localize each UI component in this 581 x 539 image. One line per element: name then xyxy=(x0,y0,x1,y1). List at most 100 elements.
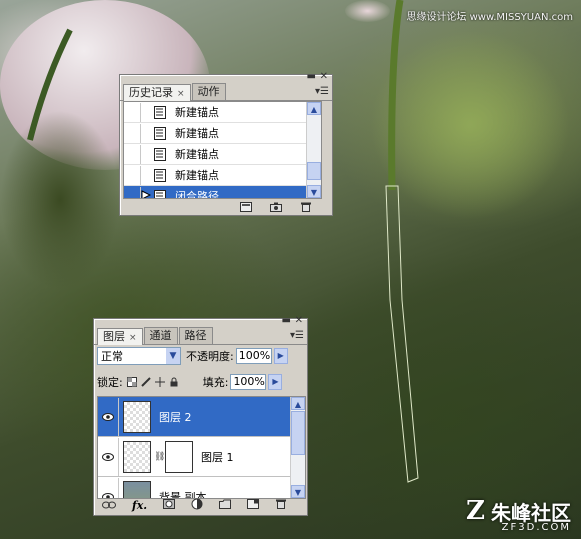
history-step-icon xyxy=(153,126,167,140)
layer-thumbnail xyxy=(123,440,151,473)
snapshot-source-checkbox[interactable] xyxy=(124,165,141,185)
trash-icon[interactable] xyxy=(300,202,312,212)
tab-channels[interactable]: 通道 xyxy=(143,327,178,344)
history-item-label: 新建锚点 xyxy=(175,106,219,119)
layer-row[interactable]: 图层 2 xyxy=(98,397,305,437)
lock-fill-row: 锁定: 填充: 100% ▶ xyxy=(97,373,304,391)
opacity-label: 不透明度: xyxy=(186,350,234,363)
snapshot-source-checkbox[interactable] xyxy=(124,144,141,164)
scroll-up-icon[interactable]: ▲ xyxy=(291,397,305,410)
panel-menu-icon[interactable]: ▾☰ xyxy=(315,86,329,97)
fill-slider-button[interactable]: ▶ xyxy=(268,374,283,390)
lock-position-icon[interactable] xyxy=(154,377,165,387)
panel-menu-icon[interactable]: ▾☰ xyxy=(290,330,304,341)
minimize-icon[interactable]: ▬ xyxy=(282,316,291,326)
chain-link-icon[interactable]: ⛓ xyxy=(154,452,165,462)
history-step-icon xyxy=(153,189,167,198)
history-step-icon xyxy=(153,105,167,119)
layer-row[interactable]: ⛓ 图层 1 xyxy=(98,437,305,477)
layer-thumbnail xyxy=(123,400,151,433)
stem-stroke xyxy=(27,28,73,141)
tab-history[interactable]: 历史记录 × xyxy=(123,84,191,101)
layer-mask-thumbnail[interactable] xyxy=(165,440,193,473)
close-icon[interactable]: ✕ xyxy=(320,72,328,82)
work-path xyxy=(385,185,419,483)
minimize-icon[interactable]: ▬ xyxy=(307,72,316,82)
history-item-label: 新建锚点 xyxy=(175,169,219,182)
history-scrollbar[interactable]: ▲ ▼ xyxy=(306,102,321,198)
scroll-down-icon[interactable]: ▼ xyxy=(307,185,321,198)
opacity-input[interactable]: 100% xyxy=(235,348,272,364)
watermark-top: 思缘设计论坛 www.MISSYUAN.com xyxy=(406,12,573,23)
history-footer xyxy=(240,202,312,212)
history-item-label: 闭合路径 xyxy=(175,190,219,199)
tab-paths[interactable]: 路径 xyxy=(178,327,213,344)
stem-stroke xyxy=(388,0,404,191)
history-item-label: 新建锚点 xyxy=(175,148,219,161)
history-list: 新建锚点 新建锚点 新建锚点 新建锚点 闭合路径 ▲ ▼ xyxy=(123,101,322,199)
history-item[interactable]: 新建锚点 xyxy=(124,144,321,165)
panel-titlebar[interactable]: ▬ ✕ xyxy=(94,316,307,327)
tab-layers[interactable]: 图层 × xyxy=(97,328,143,345)
lock-pixels-icon[interactable] xyxy=(141,377,151,387)
close-icon[interactable]: ✕ xyxy=(295,316,303,326)
history-item[interactable]: 闭合路径 xyxy=(124,186,321,199)
eye-visibility-icon[interactable] xyxy=(98,477,119,498)
scroll-thumb[interactable] xyxy=(307,162,321,180)
tab-bar: 图层 × 通道 路径 ▾☰ xyxy=(94,327,307,345)
tab-close-icon[interactable]: × xyxy=(177,89,185,99)
snapshot-source-checkbox[interactable] xyxy=(124,123,141,143)
layers-footer: fx. xyxy=(102,498,287,513)
new-document-icon[interactable] xyxy=(240,202,252,212)
tab-paths-label: 路径 xyxy=(184,329,207,342)
tab-history-label: 历史记录 xyxy=(129,86,173,99)
camera-snapshot-icon[interactable] xyxy=(270,202,282,212)
folder-icon[interactable] xyxy=(219,499,231,512)
history-item[interactable]: 新建锚点 xyxy=(124,123,321,144)
panel-titlebar[interactable]: ▬ ✕ xyxy=(120,72,332,83)
z-logo-icon: Z xyxy=(466,496,485,526)
history-panel: ▬ ✕ 历史记录 × 动作 ▾☰ 新建锚点 新建锚点 新建锚点 新建锚点 闭合路径 ▲ ▼ xyxy=(119,72,333,216)
snapshot-source-checkbox[interactable] xyxy=(124,186,141,198)
link-icon[interactable] xyxy=(102,499,116,512)
tab-layers-label: 图层 xyxy=(103,330,125,343)
history-step-icon xyxy=(153,147,167,161)
trash-icon[interactable] xyxy=(275,499,287,512)
history-item-label: 新建锚点 xyxy=(175,127,219,140)
tab-actions-label: 动作 xyxy=(197,85,220,98)
chevron-down-icon[interactable]: ▼ xyxy=(166,348,180,364)
layer-name[interactable]: 图层 2 xyxy=(159,409,192,425)
layer-name[interactable]: 图层 1 xyxy=(201,449,234,465)
scroll-up-icon[interactable]: ▲ xyxy=(307,102,321,115)
eye-visibility-icon[interactable] xyxy=(98,437,119,476)
fill-input[interactable]: 100% xyxy=(230,374,267,390)
new-layer-icon[interactable] xyxy=(246,499,259,512)
layers-panel: ▬ ✕ 图层 × 通道 路径 ▾☰ 正常 ▼ 不透明度: 100% ▶ 锁定: 填… xyxy=(93,316,308,516)
opacity-slider-button[interactable]: ▶ xyxy=(273,348,288,364)
fx-icon[interactable]: fx. xyxy=(132,499,147,512)
lock-all-icon[interactable] xyxy=(169,377,179,387)
mask-icon[interactable] xyxy=(163,499,176,512)
watermark-bottom: Z 朱峰社区 ZF3D.COM xyxy=(466,496,571,533)
blend-mode-value: 正常 xyxy=(101,350,123,363)
layers-list: 图层 2 ⛓ 图层 1 背景 副本 ▲ ▼ xyxy=(97,396,306,499)
scroll-down-icon[interactable]: ▼ xyxy=(291,485,305,498)
layers-scrollbar[interactable]: ▲ ▼ xyxy=(290,397,305,498)
blend-opacity-row: 正常 ▼ 不透明度: 100% ▶ xyxy=(97,346,304,366)
lock-transparent-icon[interactable] xyxy=(126,377,137,387)
adjustment-icon[interactable] xyxy=(191,498,203,513)
eye-visibility-icon[interactable] xyxy=(98,397,119,436)
blend-mode-select[interactable]: 正常 ▼ xyxy=(97,347,181,365)
lock-label: 锁定: xyxy=(97,376,123,389)
layer-row[interactable]: 背景 副本 xyxy=(98,477,305,498)
scroll-thumb[interactable] xyxy=(291,411,305,455)
tab-channels-label: 通道 xyxy=(149,329,172,342)
history-item[interactable]: 新建锚点 xyxy=(124,102,321,123)
history-state-marker-icon xyxy=(141,189,153,198)
tab-actions[interactable]: 动作 xyxy=(191,83,226,100)
snapshot-source-checkbox[interactable] xyxy=(124,102,141,122)
history-item[interactable]: 新建锚点 xyxy=(124,165,321,186)
history-step-icon xyxy=(153,168,167,182)
fill-label: 填充: xyxy=(202,376,229,389)
tab-close-icon[interactable]: × xyxy=(129,333,137,343)
